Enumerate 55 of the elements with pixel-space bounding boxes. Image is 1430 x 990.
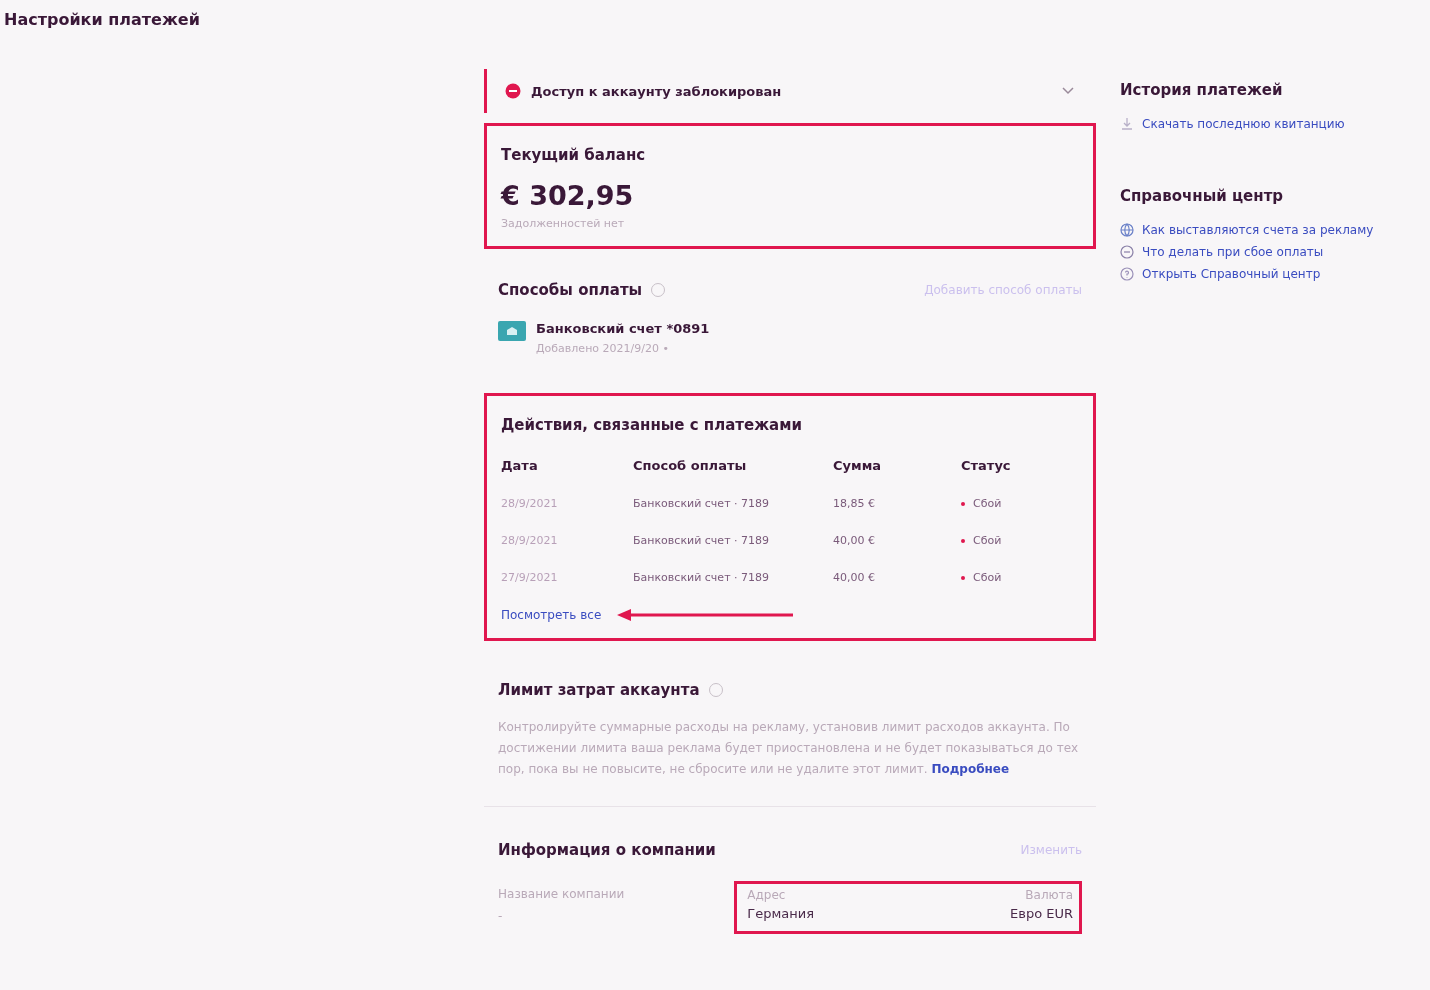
table-cell-text: 28/9/2021 [501,497,559,510]
column-header: Дата [501,458,539,473]
help-link[interactable]: Скачать последнюю квитанцию [1142,117,1345,131]
alert-text: Доступ к аккаунту заблокирован [531,83,783,99]
info-icon[interactable] [650,282,667,298]
download-icon [1120,117,1134,131]
blocked-icon [505,83,521,99]
learn-more-link[interactable]: Подробнее [931,762,1010,776]
chevron-icon[interactable] [1062,87,1074,95]
card-title: Действия, связанные с платежами [501,416,803,434]
help-link[interactable]: Как выставляются счета за рекламу [1142,223,1374,237]
field-value: Германия [747,906,815,921]
status-dot [961,575,965,580]
view-all-link[interactable]: Посмотреть все [501,608,602,622]
balance-amount: € 302,95 [501,180,635,211]
bank-icon [498,321,526,341]
status-dot [961,538,965,543]
help-link[interactable]: Что делать при сбое оплаты [1142,245,1324,259]
page-title: Настройки платежей [4,10,201,29]
help-link[interactable]: Открыть Справочный центр [1142,267,1321,281]
table-cell-text: 40,00 € [833,571,876,584]
column-header: Способ оплаты [633,458,748,473]
status-text: Сбой [973,497,1002,510]
section-title: Информация о компании [498,841,716,859]
field-value: - [498,909,504,923]
field-label: Валюта [1025,888,1073,902]
table-cell-text: 18,85 € [833,497,876,510]
table-cell-text: Банковский счет · 7189 [633,497,771,510]
sidebar-title: История платежей [1120,81,1284,99]
help-icon [1120,267,1134,281]
status-text: Сбой [973,571,1002,584]
info-icon[interactable] [707,682,724,698]
table-cell-text: 27/9/2021 [501,571,559,584]
column-header: Сумма [833,458,883,473]
minus-circle-icon [1120,245,1134,259]
field-label: Адрес [747,888,786,902]
table-cell-text: 40,00 € [833,534,876,547]
section-title: Лимит затрат аккаунта [498,681,700,699]
sidebar-title: Справочный центр [1120,187,1285,205]
limit-description: Контролируйте суммарные расходы на рекламу, установив лимит расходов аккаунта. По достижении лимита ваша реклама будет приостановлена и не будет показываться до тех пор, пока вы не повысите, не сбросите или не удалите этот лимит. Подробнее [498,719,1080,778]
column-header: Статус [961,458,1012,473]
card-title: Текущий баланс [501,146,647,164]
table-cell-text: Банковский счет · 7189 [633,534,771,547]
payment-method-name: Банковский счет *0891 [536,321,710,336]
payment-method-date: Добавлено 2021/9/20 • [536,342,670,355]
field-label: Название компании [498,887,625,901]
table-cell-text: Банковский счет · 7189 [633,571,771,584]
globe-icon [1120,223,1134,237]
table-cell-text: 28/9/2021 [501,534,559,547]
alert-banner[interactable]: Доступ к аккаунту заблокирован [484,69,1096,113]
field-value: Евро EUR [1010,906,1073,921]
status-text: Сбой [973,534,1002,547]
status-dot [961,501,965,506]
balance-note: Задолженностей нет [501,217,626,230]
section-title: Способы оплаты [498,281,643,299]
